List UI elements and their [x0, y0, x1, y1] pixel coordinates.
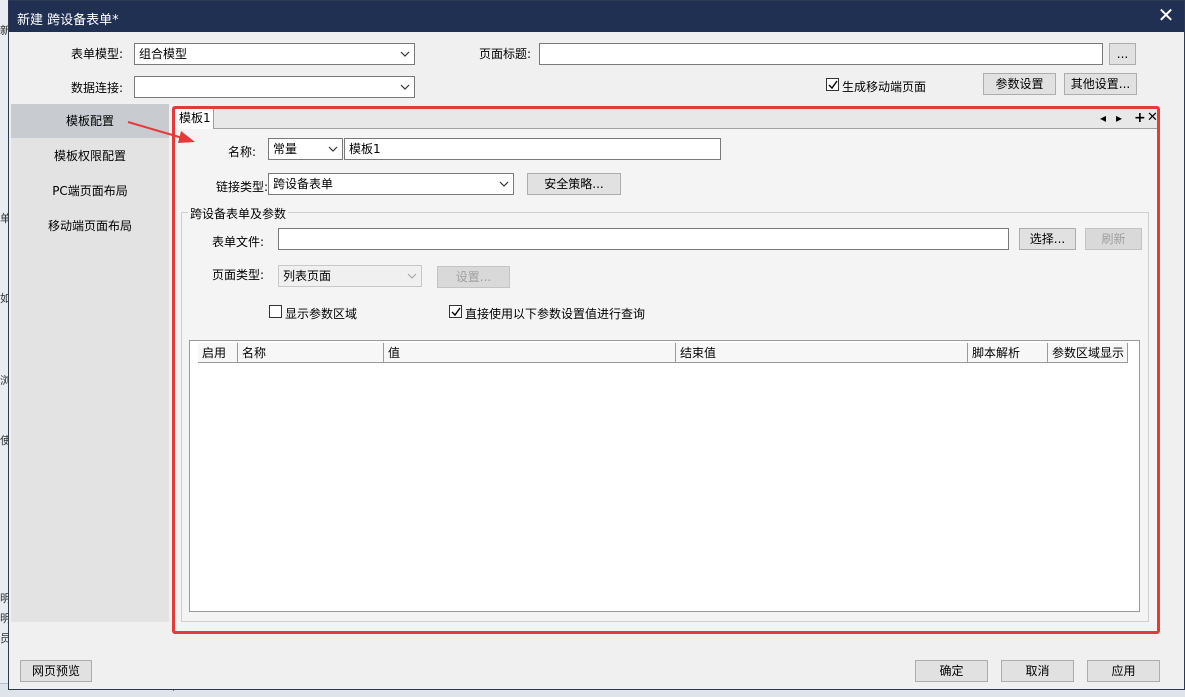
nav-item-pc-layout[interactable]: PC端页面布局	[11, 174, 169, 208]
background-text: 员	[0, 632, 8, 645]
close-icon[interactable]: ✕	[1156, 4, 1176, 26]
column-name[interactable]: 名称	[238, 343, 384, 363]
parameter-grid[interactable]: 启用 名称 值 结束值 脚本解析 参数区域显示	[189, 340, 1140, 612]
name-label: 名称:	[228, 145, 257, 159]
dialog-titlebar: 新建 跨设备表单* ✕	[9, 1, 1184, 32]
show-param-area-checkbox[interactable]	[269, 305, 282, 318]
direct-query-checkbox[interactable]	[449, 305, 462, 318]
chevron-down-icon	[400, 79, 410, 95]
page-settings-button[interactable]: 设置...	[437, 266, 510, 288]
data-connection-select[interactable]	[134, 76, 415, 98]
mobile-page-checkbox[interactable]	[826, 78, 839, 91]
form-model-select[interactable]: 组合模型	[134, 43, 415, 65]
page-title-input[interactable]	[539, 43, 1103, 65]
column-enabled[interactable]: 启用	[198, 343, 238, 363]
name-type-value: 常量	[273, 142, 298, 156]
form-model-value: 组合模型	[139, 47, 188, 61]
background-text: 明	[0, 592, 8, 605]
column-param-area-display[interactable]: 参数区域显示	[1048, 343, 1128, 363]
refresh-button[interactable]: 刷新	[1085, 228, 1142, 250]
column-end-value[interactable]: 结束值	[676, 343, 968, 363]
tab-scroll-left-icon[interactable]: ◂	[1100, 110, 1106, 126]
nav-item-template-permission[interactable]: 模板权限配置	[11, 139, 169, 173]
page-title-browse-button[interactable]: ...	[1109, 43, 1136, 65]
data-connection-label: 数据连接:	[71, 81, 124, 95]
form-model-label: 表单模型:	[71, 47, 124, 61]
chevron-down-icon	[499, 176, 509, 192]
link-type-select[interactable]: 跨设备表单	[268, 173, 514, 195]
template-tab-strip: 模板1 ◂ ▸ + ✕	[174, 108, 1158, 129]
web-preview-button[interactable]: 网页预览	[20, 660, 92, 682]
add-tab-icon[interactable]: +	[1134, 110, 1146, 126]
background-text: 如	[0, 292, 8, 305]
left-nav: 模板配置 模板权限配置 PC端页面布局 移动端页面布局	[11, 104, 169, 622]
checkmark-icon	[828, 80, 838, 90]
link-type-label: 链接类型:	[216, 180, 269, 194]
column-script-parse[interactable]: 脚本解析	[968, 343, 1048, 363]
group-title: 跨设备表单及参数	[188, 205, 289, 222]
apply-button[interactable]: 应用	[1087, 660, 1160, 682]
chevron-down-icon	[407, 268, 417, 284]
ok-button[interactable]: 确定	[915, 660, 988, 682]
page-type-value: 列表页面	[283, 269, 332, 283]
mobile-page-label: 生成移动端页面	[842, 80, 927, 94]
dialog-title: 新建 跨设备表单*	[17, 13, 119, 28]
tab-template-1[interactable]: 模板1	[174, 108, 214, 129]
param-settings-button[interactable]: 参数设置	[983, 73, 1056, 95]
name-type-select[interactable]: 常量	[268, 138, 343, 160]
background-text: 使	[0, 434, 8, 447]
chevron-down-icon	[400, 46, 410, 62]
form-file-input[interactable]	[278, 228, 1009, 250]
background-text: 明	[0, 612, 8, 625]
page-type-select[interactable]: 列表页面	[278, 265, 422, 287]
security-policy-button[interactable]: 安全策略...	[527, 173, 621, 195]
page-type-label: 页面类型:	[212, 268, 265, 282]
show-param-area-label: 显示参数区域	[285, 307, 358, 321]
select-file-button[interactable]: 选择...	[1019, 228, 1076, 250]
background-text: 单	[0, 212, 8, 225]
grid-header-row: 启用 名称 值 结束值 脚本解析 参数区域显示	[190, 343, 1128, 363]
column-value[interactable]: 值	[384, 343, 676, 363]
link-type-value: 跨设备表单	[273, 177, 334, 191]
name-value: 模板1	[349, 142, 381, 156]
other-settings-button[interactable]: 其他设置...	[1064, 73, 1137, 95]
nav-item-mobile-layout[interactable]: 移动端页面布局	[11, 209, 169, 243]
name-input[interactable]: 模板1	[344, 138, 721, 160]
tab-scroll-right-icon[interactable]: ▸	[1116, 110, 1122, 126]
chevron-down-icon	[328, 141, 338, 157]
checkmark-icon	[451, 307, 461, 317]
page-title-label: 页面标题:	[479, 47, 532, 61]
close-tab-icon[interactable]: ✕	[1147, 110, 1158, 126]
nav-item-template-config[interactable]: 模板配置	[11, 104, 169, 138]
direct-query-label: 直接使用以下参数设置值进行查询	[465, 307, 646, 321]
background-text: 浏	[0, 374, 8, 387]
form-file-label: 表单文件:	[212, 235, 265, 249]
cancel-button[interactable]: 取消	[1001, 660, 1074, 682]
background-text: 新	[0, 24, 8, 37]
